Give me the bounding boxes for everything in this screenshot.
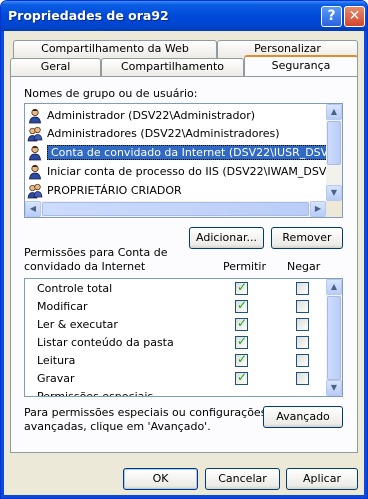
tab-security[interactable]: Segurança — [244, 55, 358, 76]
close-button[interactable]: ✕ — [344, 6, 365, 27]
deny-checkbox[interactable] — [296, 354, 309, 367]
users-vertical-scrollbar[interactable]: ▲ ▼ — [326, 104, 342, 201]
window-border-bottom — [1, 495, 367, 498]
user-list-item-selected[interactable]: Conta de convidado da Internet (DSV22\IU… — [27, 144, 342, 162]
deny-checkbox[interactable] — [296, 336, 309, 349]
user-list-item-label: Conta de convidado da Internet (DSV22\IU… — [47, 145, 342, 160]
scroll-right-arrow-icon[interactable]: ▶ — [310, 201, 326, 217]
scroll-thumb[interactable] — [327, 296, 341, 380]
ok-button[interactable]: OK — [123, 468, 198, 490]
check-icon: ✓ — [237, 352, 248, 366]
user-list-item[interactable]: Iniciar conta de processo do IIS (DSV22\… — [27, 163, 343, 181]
user-list-item-label: Administrador (DSV22\Administrador) — [47, 109, 256, 122]
permissions-vertical-scrollbar[interactable]: ▲ ▼ — [326, 279, 342, 396]
user-list-item-label: PROPRIETÁRIO CRIADOR — [47, 184, 182, 197]
scroll-left-arrow-icon[interactable]: ◀ — [25, 201, 41, 217]
check-icon: ✓ — [237, 370, 248, 384]
help-button[interactable]: ? — [321, 6, 342, 27]
user-list-item[interactable]: Administradores (DSV22\Administradores) — [27, 125, 280, 143]
scroll-thumb[interactable] — [327, 121, 341, 165]
title-bar[interactable]: Propriedades de ora92 ? ✕ — [1, 1, 367, 31]
tab-sharing[interactable]: Compartilhamento — [101, 58, 244, 76]
users-horizontal-scrollbar[interactable]: ◀ ▶ — [25, 201, 326, 217]
permission-row-label: Gravar — [37, 372, 75, 385]
permission-row-label: Leitura — [37, 354, 76, 367]
check-icon: ✓ — [237, 298, 248, 312]
window-border-right — [364, 31, 367, 498]
scroll-up-arrow-icon[interactable]: ▲ — [326, 104, 342, 120]
allow-checkbox[interactable]: ✓ — [235, 280, 248, 295]
remove-button[interactable]: Remover — [271, 227, 343, 249]
user-icon — [27, 108, 43, 124]
user-list-item[interactable]: Administrador (DSV22\Administrador) — [27, 107, 255, 125]
deny-checkbox[interactable] — [296, 318, 309, 331]
users-listbox[interactable]: Administrador (DSV22\Administrador) Admi… — [24, 103, 343, 218]
cancel-button[interactable]: Cancelar — [205, 468, 280, 490]
apply-button[interactable]: Aplicar — [286, 468, 358, 490]
allow-checkbox[interactable]: ✓ — [235, 298, 248, 313]
scroll-corner — [326, 201, 342, 217]
permission-row-label: Controle total — [37, 282, 113, 295]
user-icon — [27, 164, 43, 180]
advanced-note-line1: Para permissões especiais ou configuraçõ… — [24, 406, 267, 419]
window-title: Propriedades de ora92 — [8, 8, 169, 23]
user-list-item-label: Iniciar conta de processo do IIS (DSV22\… — [47, 165, 343, 178]
permission-row-label: Listar conteúdo da pasta — [37, 336, 174, 349]
tab-general[interactable]: Geral — [10, 58, 101, 76]
scroll-up-arrow-icon[interactable]: ▲ — [326, 279, 342, 295]
group-icon — [27, 126, 43, 142]
user-icon — [27, 145, 43, 161]
allow-checkbox[interactable]: ✓ — [235, 352, 248, 367]
deny-checkbox[interactable] — [296, 282, 309, 295]
deny-checkbox[interactable] — [296, 300, 309, 313]
deny-checkbox[interactable] — [296, 372, 309, 385]
permissions-list[interactable]: Controle total Modificar Ler & executar … — [24, 278, 343, 397]
deny-column-header: Negar — [287, 260, 321, 273]
add-button[interactable]: Adicionar... — [189, 227, 264, 249]
check-icon: ✓ — [237, 334, 248, 348]
scroll-down-arrow-icon[interactable]: ▼ — [326, 185, 342, 201]
group-icon — [27, 183, 43, 199]
allow-column-header: Permitir — [223, 260, 267, 273]
allow-checkbox[interactable]: ✓ — [235, 316, 248, 331]
user-list-item[interactable]: PROPRIETÁRIO CRIADOR — [27, 182, 182, 200]
user-list-item-label: Administradores (DSV22\Administradores) — [47, 127, 280, 140]
allow-checkbox[interactable]: ✓ — [235, 370, 248, 385]
permission-row-label: Permissões especiais — [37, 390, 154, 397]
permissions-title-line2: convidado da Internet — [24, 260, 146, 273]
advanced-note-line2: avançadas, clique em 'Avançado'. — [24, 420, 211, 433]
window-border-left — [1, 31, 4, 498]
permission-row-label: Modificar — [37, 300, 88, 313]
check-icon: ✓ — [237, 316, 248, 330]
scroll-thumb[interactable] — [42, 202, 309, 216]
properties-dialog: Propriedades de ora92 ? ✕ Compartilhamen… — [0, 0, 368, 499]
advanced-button[interactable]: Avançado — [263, 406, 343, 428]
allow-checkbox[interactable]: ✓ — [235, 334, 248, 349]
check-icon: ✓ — [237, 280, 248, 294]
users-label: Nomes de grupo ou de usuário: — [24, 87, 198, 100]
permissions-title-line1: Permissões para Conta de — [24, 246, 168, 259]
scroll-down-arrow-icon[interactable]: ▼ — [326, 380, 342, 396]
permission-row-label: Ler & executar — [37, 318, 118, 331]
tab-web-sharing[interactable]: Compartilhamento da Web — [13, 40, 217, 58]
